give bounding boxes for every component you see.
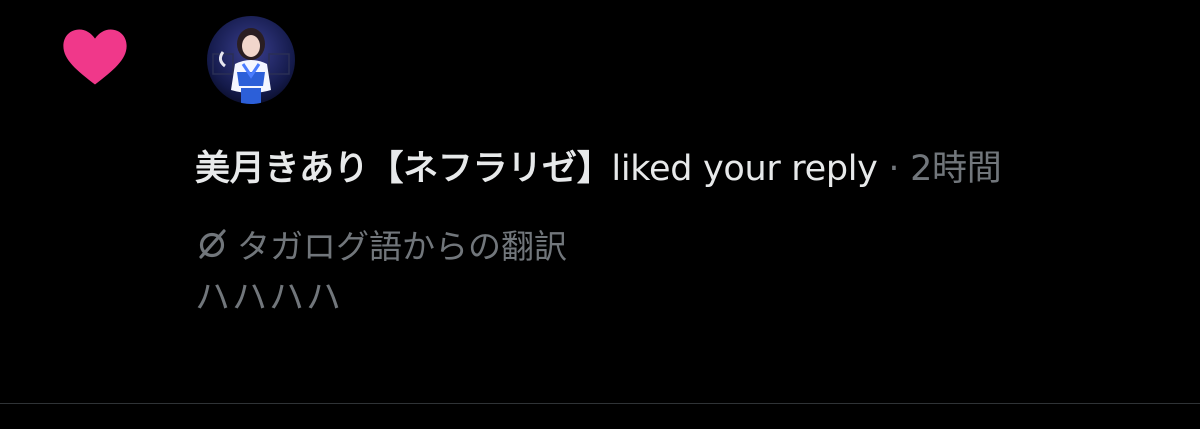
translation-label: タガログ語からの翻訳 xyxy=(237,227,567,266)
notification-content: 美月きあり【ネフラリゼ】liked your reply · 2時間 タガログ語… xyxy=(195,140,1165,320)
user-name[interactable]: 美月きあり【ネフラリゼ】 xyxy=(195,149,612,189)
translation-indicator[interactable]: タガログ語からの翻訳 xyxy=(195,222,1165,266)
translate-icon xyxy=(199,229,226,259)
avatar-image xyxy=(207,16,295,104)
notification-headline: 美月きあり【ネフラリゼ】liked your reply · 2時間 xyxy=(195,140,1165,198)
separator: · xyxy=(888,149,900,189)
like-notification[interactable]: 美月きあり【ネフラリゼ】liked your reply · 2時間 タガログ語… xyxy=(0,0,1200,403)
heart-icon xyxy=(63,29,127,85)
action-text: liked your reply xyxy=(611,149,878,189)
reply-text: ハハハハ xyxy=(195,278,344,318)
avatar[interactable] xyxy=(207,16,295,104)
divider xyxy=(0,403,1200,404)
timestamp: 2時間 xyxy=(910,149,1002,189)
